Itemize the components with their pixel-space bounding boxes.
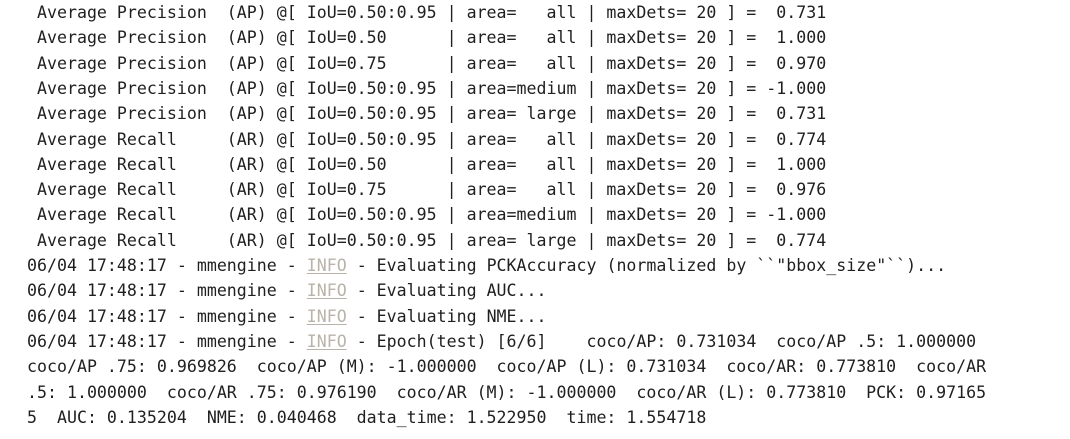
metrics-wrap-line-2: .5: 1.000000 coco/AR .75: 0.976190 coco/…: [27, 382, 987, 402]
log-level-info-link[interactable]: INFO: [307, 307, 347, 326]
log-level-info-link[interactable]: INFO: [307, 332, 347, 351]
log-message: - Epoch(test) [6/6] coco/AP: 0.731034 co…: [346, 331, 977, 351]
log-line-epoch: 06/04 17:48:17 - mmengine - INFO - Epoch…: [27, 329, 1070, 354]
eval-line-ar-50: Average Recall (AR) @[ IoU=0.50 | area= …: [27, 154, 827, 174]
log-level-info-link[interactable]: INFO: [307, 256, 347, 275]
log-level-info-link[interactable]: INFO: [307, 281, 347, 300]
eval-line-ar-large: Average Recall (AR) @[ IoU=0.50:0.95 | a…: [27, 230, 827, 250]
eval-line-ap-all: Average Precision (AP) @[ IoU=0.50:0.95 …: [27, 3, 827, 22]
log-message: - Evaluating NME...: [346, 306, 547, 326]
eval-line-ap-medium: Average Precision (AP) @[ IoU=0.50:0.95 …: [27, 78, 827, 98]
eval-line-ap-large: Average Precision (AP) @[ IoU=0.50:0.95 …: [27, 104, 827, 124]
log-message: - Evaluating PCKAccuracy (normalized by …: [346, 256, 947, 275]
metrics-wrap-line-3: 5 AUC: 0.135204 NME: 0.040468 data_time:…: [27, 407, 707, 427]
eval-line-ar-all: Average Recall (AR) @[ IoU=0.50:0.95 | a…: [27, 129, 827, 149]
log-prefix: 06/04 17:48:17 - mmengine -: [27, 331, 307, 351]
eval-line-ap-75: Average Precision (AP) @[ IoU=0.75 | are…: [27, 53, 827, 73]
log-line-nme: 06/04 17:48:17 - mmengine - INFO - Evalu…: [27, 304, 1070, 329]
log-line-auc: 06/04 17:48:17 - mmengine - INFO - Evalu…: [27, 278, 1070, 303]
log-prefix: 06/04 17:48:17 - mmengine -: [27, 256, 307, 275]
log-message: - Evaluating AUC...: [346, 281, 547, 301]
log-line-pck: 06/04 17:48:17 - mmengine - INFO - Evalu…: [27, 253, 1070, 278]
log-prefix: 06/04 17:48:17 - mmengine -: [27, 281, 307, 301]
metrics-wrap-line-1: coco/AP .75: 0.969826 coco/AP (M): -1.00…: [27, 357, 987, 377]
eval-line-ar-medium: Average Recall (AR) @[ IoU=0.50:0.95 | a…: [27, 205, 827, 225]
terminal-output[interactable]: Average Precision (AP) @[ IoU=0.50:0.95 …: [27, 0, 1067, 439]
log-prefix: 06/04 17:48:17 - mmengine -: [27, 306, 307, 326]
eval-line-ap-50: Average Precision (AP) @[ IoU=0.50 | are…: [27, 28, 827, 48]
eval-line-ar-75: Average Recall (AR) @[ IoU=0.75 | area= …: [27, 180, 827, 200]
